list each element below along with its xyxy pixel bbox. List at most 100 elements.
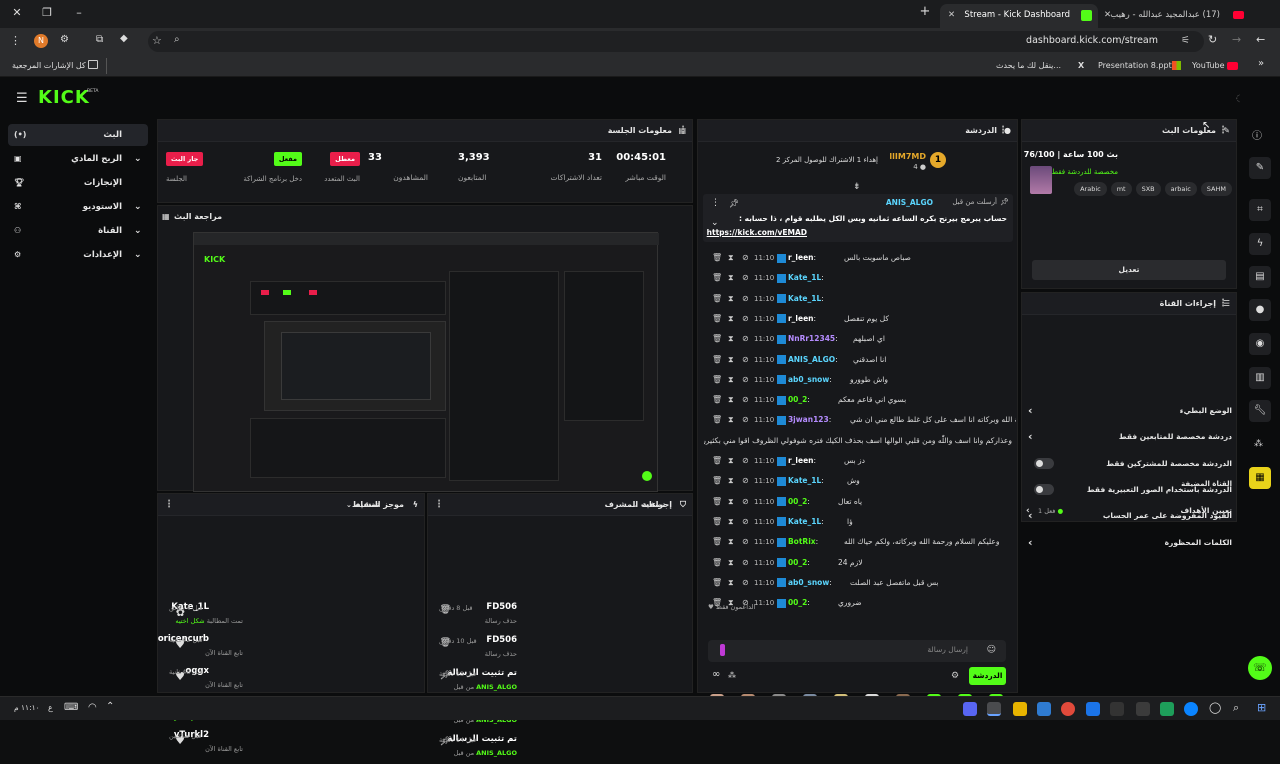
message-user[interactable]: Kate_1L	[788, 273, 821, 282]
message-user[interactable]: ANIS_ALGO	[788, 355, 835, 364]
chat-message[interactable]: 🗑︎ ⧗ ⊘ 11:10 NnRr12345: اي اصبلهم	[704, 330, 1016, 347]
stream-tag[interactable]: SAHM	[1200, 182, 1232, 196]
task-view-icon[interactable]: ◯	[1209, 701, 1221, 714]
menu-dots-icon[interactable]: ⋮	[10, 34, 21, 47]
ban-icon[interactable]: ⊘	[742, 411, 749, 428]
restore-window-icon[interactable]: ❐	[40, 6, 54, 19]
bookmark-presentation[interactable]: Presentation 8.pptx	[1098, 61, 1176, 70]
chat-message[interactable]: 🗑︎ ⧗ ⊘ 11:10 00_2: ياه تعال	[704, 493, 1016, 510]
users-icon[interactable]: ⁂	[728, 671, 736, 680]
language-indicator[interactable]: ع	[48, 703, 53, 712]
more-bookmarks-icon[interactable]: »	[1258, 58, 1264, 69]
pinned-message[interactable]: 📌︎ أرسلت من قبل ANIS_ALGO 📌︎ ⋮ حساب يبرم…	[703, 194, 1013, 242]
chat-input[interactable]: إرسال رسالة ☺	[708, 640, 1006, 662]
ban-icon[interactable]: ⊘	[742, 493, 749, 510]
stream-category[interactable]: مخصصة للدردشة فقط	[1052, 168, 1118, 176]
forward-icon[interactable]: →	[1232, 33, 1241, 46]
chat-message[interactable]: 🗑︎ ⧗ ⊘ 11:10 ANIS_ALGO: انا اصدقني	[704, 351, 1016, 368]
message-user[interactable]: ab0_snow	[788, 375, 829, 384]
clapper-icon[interactable]: ▦	[1249, 467, 1271, 489]
message-user[interactable]: 00_2	[788, 558, 807, 567]
delete-message-icon[interactable]: 🗑︎	[712, 330, 722, 347]
ban-icon[interactable]: ⊘	[742, 554, 749, 571]
chat-message[interactable]: 🗑︎ ⧗ ⊘ 11:10 00_2: بسوي اني قاعم معكم	[704, 391, 1016, 408]
url-field[interactable]: ☆ ⌕ dashboard.kick.com/stream ⚟	[148, 31, 1204, 52]
mod-action-item[interactable]: 📌︎ تم تثبيت الرسالة من قبل ANIS_ALGO قبل 13…	[433, 668, 687, 698]
ban-icon[interactable]: ⊘	[742, 269, 749, 286]
nav-monetization[interactable]: الربح المادي ⌄ ▣	[8, 148, 148, 170]
category-thumbnail[interactable]	[1030, 166, 1052, 194]
extension-icon[interactable]: ⚙	[60, 34, 69, 45]
ban-icon[interactable]: ⊘	[742, 533, 749, 550]
timeout-icon[interactable]: ⧗	[728, 249, 734, 266]
users-icon[interactable]: ⁂	[1254, 439, 1263, 449]
message-user[interactable]: 00_2	[788, 497, 807, 506]
emote-icon[interactable]	[720, 644, 725, 656]
activity-item[interactable]: ♥︎ oggx تابع القناة الآن قبل 48 ثانية	[163, 666, 419, 696]
unpin-icon[interactable]: 📌︎	[729, 199, 739, 208]
message-user[interactable]: Kate_1L	[788, 517, 821, 526]
chat-icon[interactable]: ●	[1249, 299, 1271, 321]
ban-icon[interactable]: ⊘	[742, 472, 749, 489]
profile-avatar[interactable]: N	[34, 34, 48, 48]
ban-icon[interactable]: ⊘	[742, 330, 749, 347]
chat-message[interactable]: 🗑︎ ⧗ ⊘ 11:10 BotRix: وعليكم السلام ورحمة الل…	[704, 533, 1016, 550]
timeout-icon[interactable]: ⧗	[728, 574, 734, 591]
wrench-icon[interactable]: 🔧︎	[1249, 400, 1271, 422]
channel-action-row[interactable]: دردشة مخصصة للمتابعين فقط ›	[1026, 425, 1232, 449]
scroll-pause-icon[interactable]: ⇟	[853, 182, 861, 192]
edge-icon[interactable]	[1086, 702, 1100, 716]
edit-stream-info-button[interactable]: تعديل	[1032, 260, 1226, 280]
nav-channel[interactable]: القناة ⌄ ⚇	[8, 220, 148, 242]
timeout-icon[interactable]: ⧗	[728, 554, 734, 571]
chat-message[interactable]: 🗑︎ ⧗ ⊘ 11:10 ab0_snow: بس قبل ماتفصل عبد الص…	[704, 574, 1016, 591]
keyboard-icon[interactable]: ⌨	[64, 702, 78, 713]
timeout-icon[interactable]: ⧗	[728, 269, 734, 286]
timeout-icon[interactable]: ⧗	[728, 351, 734, 368]
ban-icon[interactable]: ⊘	[742, 371, 749, 388]
bookmark-x-post[interactable]: ينقل لك ما يحدث...	[996, 61, 1061, 70]
channel-action-row[interactable]: الدردشة مخصصة للمشتركين فقط	[1026, 452, 1232, 476]
bookmark-youtube[interactable]: YouTube	[1192, 61, 1225, 70]
mod-action-item[interactable]: 🗑︎ FD506 حذف رسالة قبل 8 دقائق	[433, 602, 687, 632]
delete-message-icon[interactable]: 🗑︎	[712, 310, 722, 327]
kebab-menu-icon[interactable]: ⋮	[998, 120, 1008, 142]
chat-message[interactable]: 🗑︎ ⧗ ⊘ 11:10 ab0_snow: واش طوورو	[704, 371, 1016, 388]
reload-icon[interactable]: ↻	[1208, 33, 1217, 46]
stream-tag[interactable]: arbaic	[1164, 182, 1197, 196]
delete-message-icon[interactable]: 🗑︎	[712, 533, 722, 550]
stream-tag[interactable]: SXB	[1135, 182, 1161, 196]
message-user[interactable]: 00_2	[788, 395, 807, 404]
timeout-icon[interactable]: ⧗	[728, 310, 734, 327]
ban-icon[interactable]: ⊘	[742, 513, 749, 530]
timeout-icon[interactable]: ⧗	[728, 391, 734, 408]
extensions-puzzle-icon[interactable]: ◆	[120, 33, 128, 44]
message-user[interactable]: r_leen	[788, 314, 814, 323]
nav-achievements[interactable]: الإنجازات 🏆︎	[8, 172, 148, 194]
back-icon[interactable]: ←	[1256, 33, 1265, 46]
hamburger-menu-icon[interactable]: ☰	[16, 91, 28, 106]
close-window-icon[interactable]: ✕	[10, 6, 24, 19]
chat-message[interactable]: وعذاركم وانا اسف واللّٰه ومن قلبي الواله…	[704, 432, 1016, 449]
stream-tag[interactable]: Arabic	[1074, 182, 1107, 196]
timeout-icon[interactable]: ⧗	[728, 452, 734, 469]
delete-message-icon[interactable]: 🗑︎	[712, 411, 722, 428]
channel-action-row[interactable]: الوضع البطيء ›	[1026, 399, 1232, 423]
kick-logo[interactable]: KICK	[38, 87, 90, 108]
close-tab-icon[interactable]: ✕	[948, 4, 955, 26]
help-chat-icon[interactable]: ☏	[1248, 656, 1272, 680]
timeout-icon[interactable]: ⧗	[728, 371, 734, 388]
nav-settings[interactable]: الإعدادات ⌄ ⚙	[8, 244, 148, 266]
ban-icon[interactable]: ⊘	[742, 290, 749, 307]
chat-message[interactable]: 🗑︎ ⧗ ⊘ 11:10 Kate_1L:	[704, 269, 1016, 286]
goals-row[interactable]: تعيين الأهداف ● فعل 1 ›	[1026, 501, 1232, 521]
clock[interactable]: ١١:١٠ م	[14, 703, 40, 712]
delete-message-icon[interactable]: 🗑︎	[712, 513, 722, 530]
kebab-menu-icon[interactable]: ⋮	[1218, 293, 1228, 315]
new-tab-icon[interactable]: +	[918, 4, 932, 19]
ban-icon[interactable]: ⊘	[742, 452, 749, 469]
ban-icon[interactable]: ⊘	[742, 574, 749, 591]
message-user[interactable]: r_leen	[788, 456, 814, 465]
message-user[interactable]: Kate_1L	[788, 476, 821, 485]
nav-stream[interactable]: البث (•)	[8, 124, 148, 146]
